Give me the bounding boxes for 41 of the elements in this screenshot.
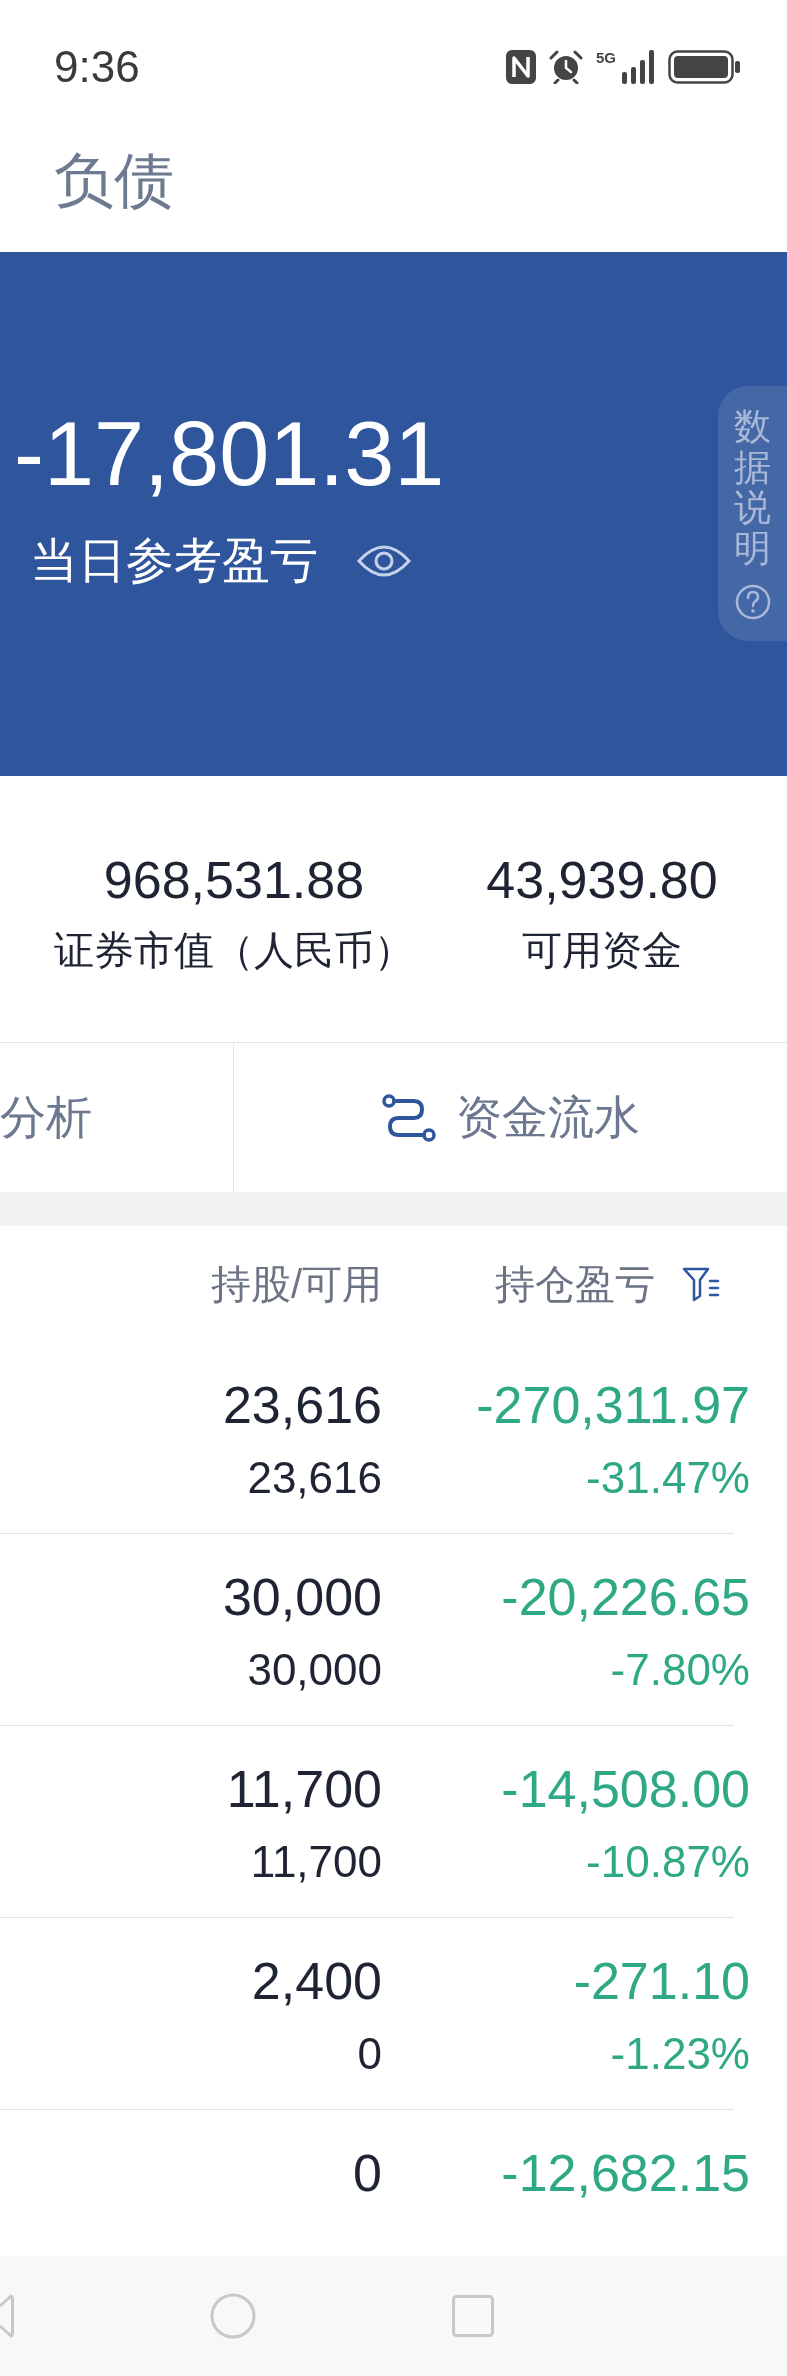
stat-value: 43,939.80 [486,850,718,911]
action-tab[interactable]: 分析 [0,1043,234,1192]
battery-icon [668,50,740,84]
filter-icon[interactable] [682,1266,720,1302]
signal-icon [622,50,656,84]
holding-quantity: 2,400 [251,1951,382,2011]
page-title: 负债 [54,146,174,216]
network-label: 5G [596,50,616,65]
available-quantity: 23,616 [247,1452,382,1504]
available-quantity: 0 [357,2028,382,2080]
holding-quantity: 30,000 [222,1567,382,1627]
available-quantity: 30,000 [247,1644,382,1696]
position-pnl: -270,311.97 [476,1375,750,1435]
daily-pnl-value: -17,801.31 [14,405,445,504]
column-header: 持仓盈亏 [495,1261,655,1308]
stat-label: 可用资金 [522,927,682,974]
holding-quantity: 0 [353,2143,382,2203]
holding-quantity: 23,616 [222,1375,382,1435]
position-pnl: -20,226.65 [501,1567,750,1627]
home-icon[interactable] [210,2293,256,2339]
help-icon [734,583,771,620]
stat-value: 968,531.88 [103,850,365,911]
daily-pnl-label: 当日参考盈亏 [30,533,318,589]
route-icon [381,1093,436,1142]
back-icon[interactable] [0,2293,14,2339]
holding-quantity: 11,700 [226,1759,382,1819]
pnl-ratio: -10.87% [586,1836,750,1888]
stat-label: 证券市值（人民币） [54,927,414,974]
position-pnl: -14,508.00 [501,1759,750,1819]
nfc-icon [506,50,536,84]
alarm-icon [548,50,584,84]
pnl-ratio: -31.47% [586,1452,750,1504]
position-pnl: -12,682.15 [501,2143,750,2203]
recents-icon[interactable] [452,2295,494,2337]
pnl-ratio: -1.23% [610,2028,750,2080]
available-quantity: 11,700 [250,1836,382,1888]
column-header: 持股/可用 [210,1261,382,1308]
pnl-ratio: -7.80% [610,1644,750,1696]
data-info-tab[interactable]: 数据说明 [718,386,787,641]
position-pnl: -271.10 [573,1951,750,2011]
status-time: 9:36 [54,45,140,89]
